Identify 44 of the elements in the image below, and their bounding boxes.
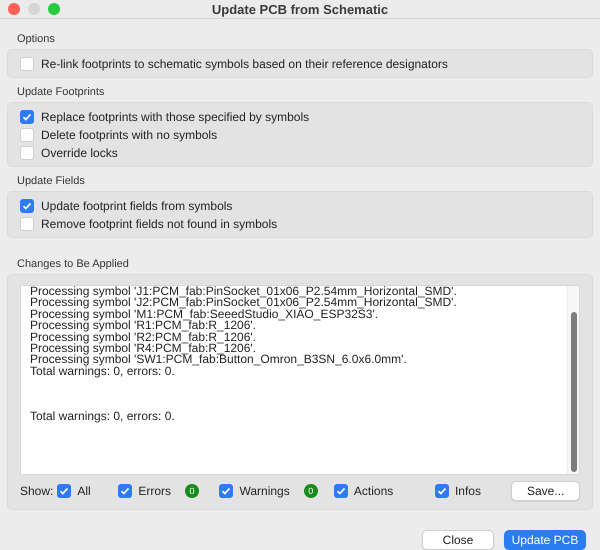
group-title: Update Fields [17,175,86,187]
scrollbar[interactable] [567,286,579,474]
filter-label[interactable]: Infos [454,484,481,498]
close-window-icon[interactable] [8,3,20,15]
count-badge: 0 [185,484,200,498]
checkbox[interactable] [20,56,34,70]
log-line: Processing symbol 'J2:PCM_fab:PinSocket_01x06_P2.54mm_Horizontal_SMD'. [30,297,458,309]
log-line: Processing symbol 'M1:PCM_fab:SeeedStudio_XIAO_ESP32S3'. [30,308,378,320]
checkbox[interactable] [20,216,34,230]
filter-label[interactable]: All [77,484,91,498]
log-line: Processing symbol 'J1:PCM_fab:PinSocket_01x06_P2.54mm_Horizontal_SMD'. [30,286,458,298]
group-title: Options [17,33,56,45]
group-title: Update Footprints [17,86,106,98]
close-button[interactable]: Close [422,530,494,550]
log-line: Processing symbol 'R1:PCM_fab:R_1206'. [30,320,256,332]
option-label[interactable]: Re-link footprints to schematic symbols based on their reference designators [41,56,448,70]
checkbox[interactable] [20,110,34,124]
checkbox[interactable] [118,484,132,498]
checkbox[interactable] [20,146,34,160]
option-label[interactable]: Delete footprints with no symbols [41,128,218,142]
checkbox[interactable] [20,128,34,142]
log-line: Processing symbol 'R2:PCM_fab:R_1206'. [30,332,258,344]
group-title: Changes to Be Applied [17,258,130,270]
checkbox[interactable] [57,484,72,498]
save-button[interactable]: Save... [511,481,580,501]
checkbox[interactable] [219,484,234,498]
option-label[interactable]: Update footprint fields from symbols [41,198,232,212]
log-line: Total warnings: 0, errors: 0. [30,411,176,423]
option-label[interactable]: Override locks [41,146,118,160]
checkbox[interactable] [334,484,348,498]
window-title: Update PCB from Schematic [212,2,388,16]
log-line: Processing symbol 'SW1:PCM_fab:Button_Omron_B3SN_6.0x6.0mm'. [30,354,408,366]
update-pcb-button[interactable]: Update PCB [504,530,586,550]
option-label[interactable]: Replace footprints with those specified by symbols [41,110,310,124]
log-line: Processing symbol 'R4:PCM_fab:R_1206'. [30,343,256,354]
filter-label[interactable]: Errors [138,484,172,498]
option-label[interactable]: Remove footprint fields not found in symbols [41,216,278,230]
count-badge: 0 [304,484,318,498]
log-line: Total warnings: 0, errors: 0. [30,366,175,378]
filter-label[interactable]: Warnings [239,484,290,498]
checkbox[interactable] [20,198,34,212]
show-label: Show: [20,484,54,498]
checkbox[interactable] [434,484,449,498]
filter-label[interactable]: Actions [354,484,394,498]
